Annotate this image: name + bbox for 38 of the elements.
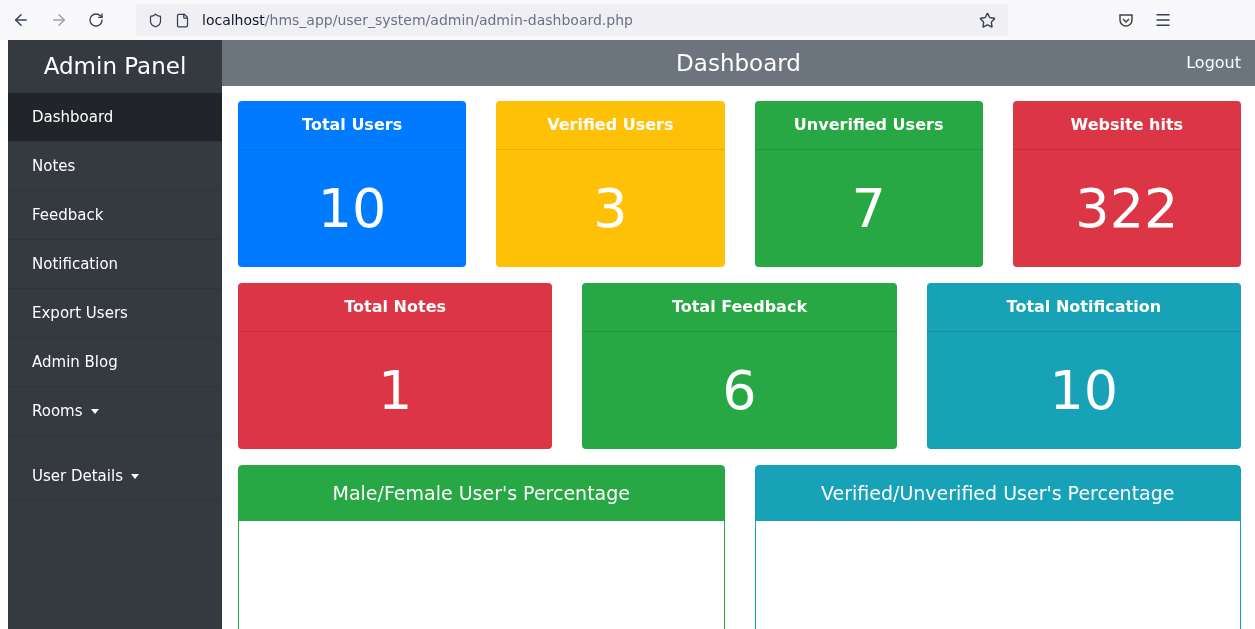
- page-icon: [175, 12, 190, 28]
- sidebar-item[interactable]: Export Users: [8, 289, 222, 338]
- card-title: Total Users: [238, 101, 467, 150]
- sidebar-item[interactable]: User Details: [8, 452, 222, 501]
- caret-icon: [90, 408, 99, 414]
- sidebar-item[interactable]: Feedback: [8, 191, 222, 240]
- bookmark-star-icon[interactable]: [979, 11, 996, 29]
- shield-icon: [148, 12, 163, 28]
- pocket-icon[interactable]: [1118, 12, 1134, 28]
- card-value: 10: [1048, 358, 1120, 424]
- sidebar-item[interactable]: Admin Blog: [8, 338, 222, 387]
- card-value: 7: [850, 176, 887, 242]
- card-value: 6: [721, 358, 758, 424]
- url-text: localhost/hms_app/user_system/admin/admin-dashboard.php: [202, 10, 633, 30]
- card-title: Website hits: [1012, 101, 1241, 150]
- sidebar-item[interactable]: Notification: [8, 240, 222, 289]
- page-title: Dashboard: [676, 48, 801, 78]
- card-title: Total Feedback: [582, 283, 897, 332]
- card-title: Total Notification: [926, 283, 1241, 332]
- card-value: 10: [316, 176, 388, 242]
- caret-icon: [130, 473, 139, 479]
- logout-link[interactable]: Logout: [1186, 51, 1241, 75]
- back-icon[interactable]: [12, 11, 30, 29]
- card-value: 322: [1074, 176, 1180, 242]
- sidebar-item[interactable]: Rooms: [8, 387, 222, 436]
- reload-icon[interactable]: [88, 12, 104, 28]
- address-bar[interactable]: localhost/hms_app/user_system/admin/admin-dashboard.php: [136, 4, 1008, 36]
- panel-header: Male/Female User's Percentage: [239, 466, 724, 521]
- card-title: Verified Users: [496, 101, 725, 150]
- card-value: 1: [377, 358, 414, 424]
- sidebar-item[interactable]: Notes: [8, 142, 222, 191]
- card-value: 3: [592, 176, 629, 242]
- panel-header: Verified/Unverified User's Percentage: [755, 466, 1240, 521]
- card-title: Unverified Users: [754, 101, 983, 150]
- sidebar-item[interactable]: Dashboard: [8, 93, 222, 142]
- sidebar-title: Admin Panel: [42, 52, 188, 82]
- card-title: Total Notes: [238, 283, 553, 332]
- menu-icon[interactable]: [1154, 11, 1172, 29]
